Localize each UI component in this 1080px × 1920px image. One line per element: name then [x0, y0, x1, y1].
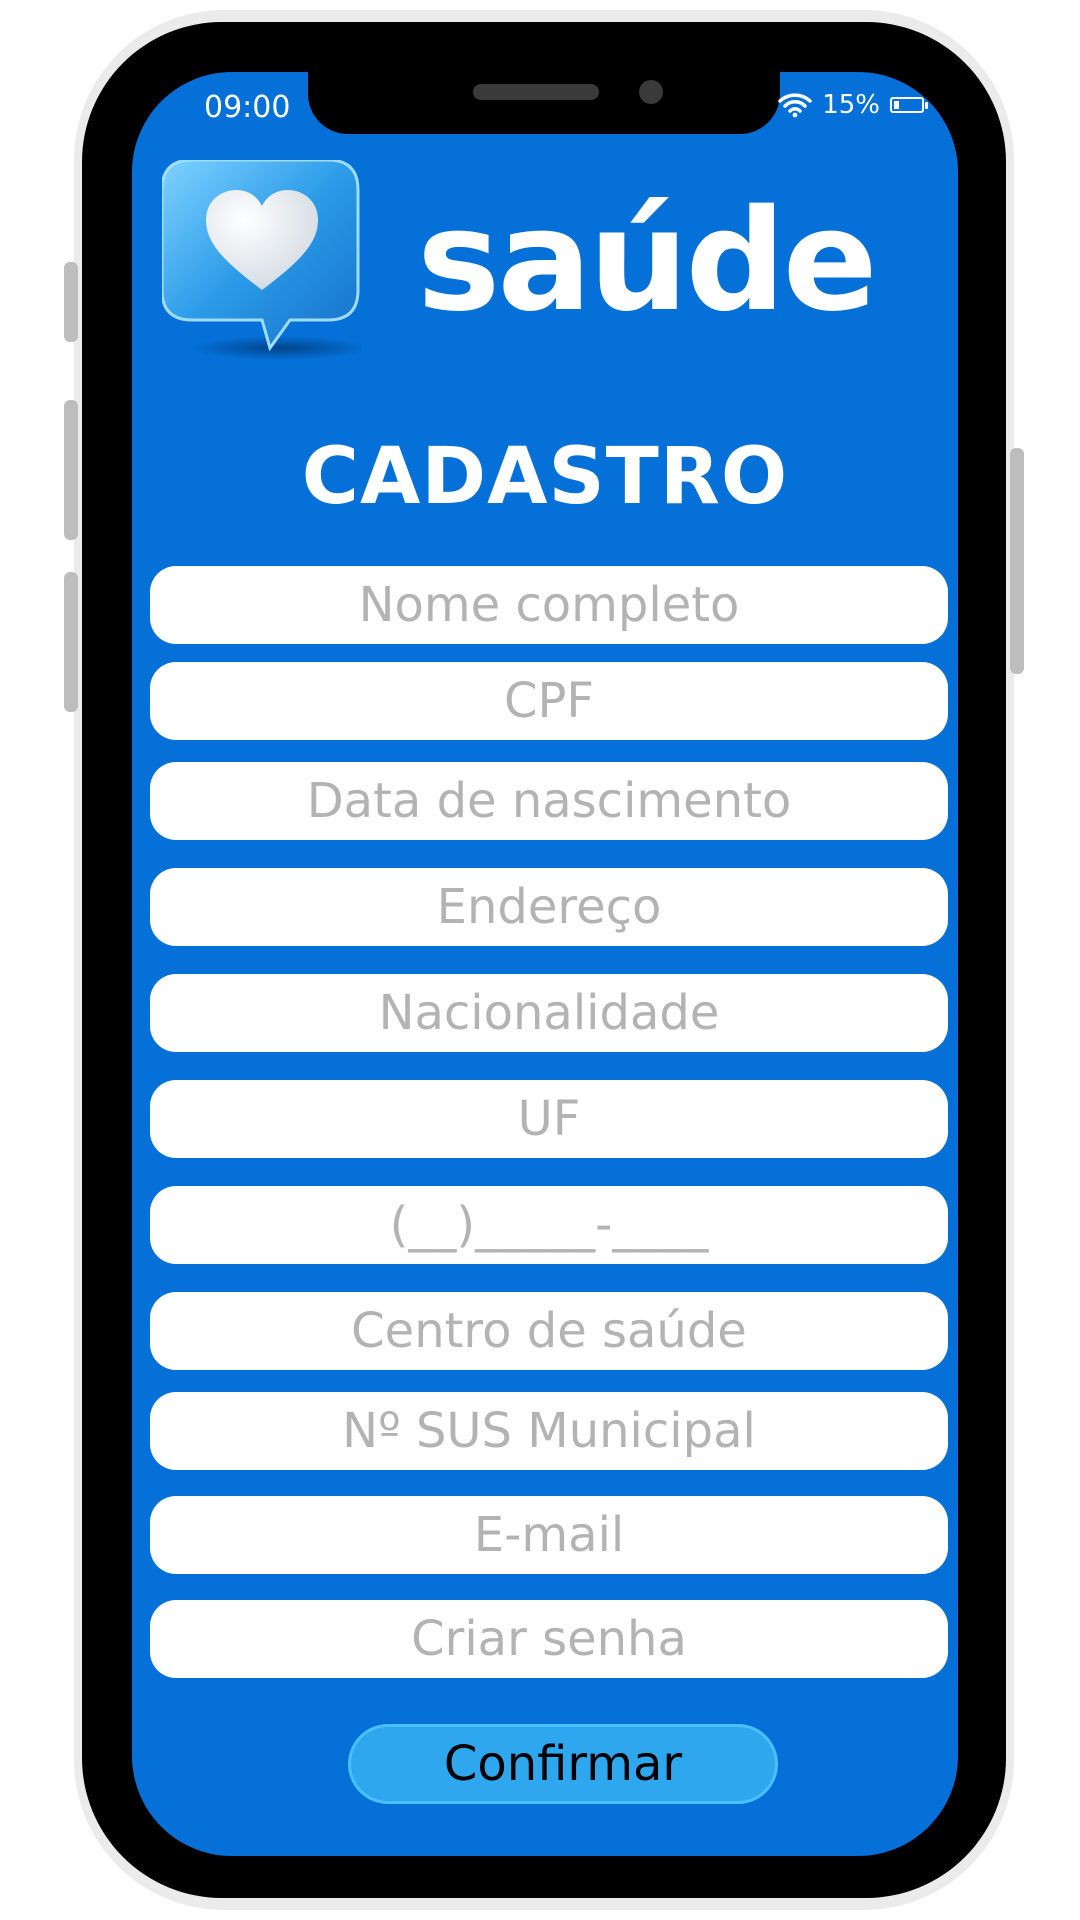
wifi-icon: [778, 93, 812, 118]
full-name-field[interactable]: [150, 566, 948, 644]
battery-icon: [890, 97, 928, 113]
phone-power-button: [1010, 448, 1024, 674]
phone-volume-down-button: [64, 572, 78, 712]
password-field[interactable]: [150, 1600, 948, 1678]
heart-speech-bubble-icon: [162, 160, 362, 360]
nationality-field[interactable]: [150, 974, 948, 1052]
health-center-field[interactable]: [150, 1292, 948, 1370]
status-time: 09:00: [204, 90, 291, 125]
phone-field[interactable]: [150, 1186, 948, 1264]
state-field[interactable]: [150, 1080, 948, 1158]
sus-number-field[interactable]: [150, 1392, 948, 1470]
app-name: saúde: [417, 180, 878, 343]
address-field[interactable]: [150, 868, 948, 946]
phone-volume-up-button: [64, 400, 78, 540]
confirm-button[interactable]: Confirmar: [348, 1724, 778, 1804]
cpf-field[interactable]: [150, 662, 948, 740]
phone-mute-switch: [64, 262, 78, 342]
battery-percentage: 15%: [822, 90, 880, 120]
speaker-grille: [473, 84, 599, 100]
phone-screen: 09:00 15% saúde CADASTRO Nome completo C…: [132, 72, 958, 1856]
status-right: 15%: [778, 90, 928, 120]
page-title: CADASTRO: [301, 432, 789, 522]
birth-date-field[interactable]: [150, 762, 948, 840]
email-field[interactable]: [150, 1496, 948, 1574]
notch: [308, 72, 780, 134]
front-camera: [639, 80, 663, 104]
